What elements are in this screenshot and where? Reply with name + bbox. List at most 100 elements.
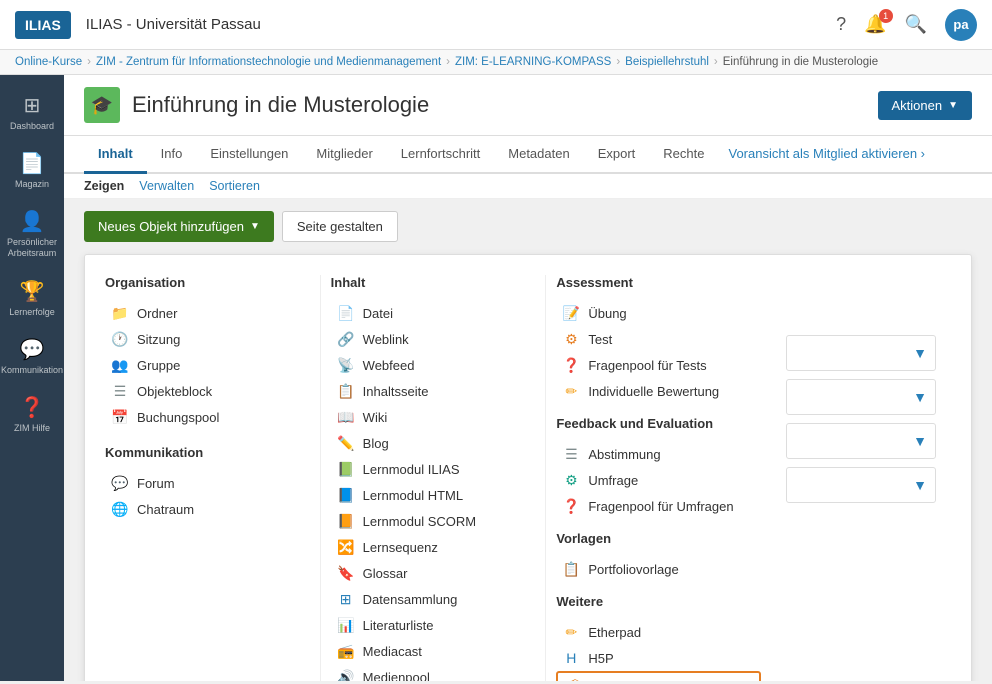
menu-item-livevoting[interactable]: 🗳 LiveVoting: [556, 671, 761, 681]
menu-label-literaturliste: Literaturliste: [363, 618, 434, 633]
menu-item-mediacast[interactable]: 📻 Mediacast: [331, 638, 536, 664]
sidebar-item-arbeitsraum[interactable]: 👤 Persönlicher Arbeitsraum: [0, 199, 64, 269]
menu-label-datensammlung: Datensammlung: [363, 592, 458, 607]
sidebar-item-magazin[interactable]: 📄 Magazin: [0, 141, 64, 199]
fragenpool-umfragen-icon: ❓: [562, 497, 580, 515]
tab-mitglieder[interactable]: Mitglieder: [302, 136, 386, 174]
breadcrumb-zim[interactable]: ZIM - Zentrum für Informationstechnologi…: [96, 56, 441, 68]
sidebar-item-zim-hilfe[interactable]: ❓ ZIM Hilfe: [0, 385, 64, 443]
menu-item-sitzung[interactable]: 🕐 Sitzung: [105, 326, 310, 352]
user-avatar[interactable]: pa: [945, 9, 977, 41]
menu-item-portfoliovorlage[interactable]: 📋 Portfoliovorlage: [556, 556, 761, 582]
menu-item-fragenpool-test[interactable]: ❓ Fragenpool für Tests: [556, 352, 761, 378]
menu-item-lernsequenz[interactable]: 🔀 Lernsequenz: [331, 534, 536, 560]
zim-hilfe-icon: ❓: [20, 395, 45, 420]
menu-item-blog[interactable]: ✏️ Blog: [331, 430, 536, 456]
sidebar-label-dashboard: Dashboard: [10, 121, 54, 131]
inhaltsseite-icon: 📋: [337, 382, 355, 400]
design-page-button[interactable]: Seite gestalten: [282, 211, 398, 242]
breadcrumb-current: Einführung in die Musterologie: [723, 56, 878, 68]
breadcrumb-lehrstuhl[interactable]: Beispiellehrstuhl: [625, 56, 709, 68]
menu-item-h5p[interactable]: H H5P: [556, 645, 761, 671]
menu-item-webfeed[interactable]: 📡 Webfeed: [331, 352, 536, 378]
menu-label-buchungspool: Buchungspool: [137, 410, 219, 425]
lernsequenz-icon: 🔀: [337, 538, 355, 556]
menu-item-fragenpool-umfragen[interactable]: ❓ Fragenpool für Umfragen: [556, 493, 761, 519]
menu-item-inhaltsseite[interactable]: 📋 Inhaltsseite: [331, 378, 536, 404]
ilias-logo: ILIAS: [15, 11, 71, 39]
menu-item-weblink[interactable]: 🔗 Weblink: [331, 326, 536, 352]
menu-item-buchungspool[interactable]: 📅 Buchungspool: [105, 404, 310, 430]
menu-item-chatraum[interactable]: 🌐 Chatraum: [105, 496, 310, 522]
menu-item-medienpool[interactable]: 🔊 Medienpool: [331, 664, 536, 681]
glossar-icon: 🔖: [337, 564, 355, 582]
tab-info[interactable]: Info: [147, 136, 197, 174]
menu-item-ordner[interactable]: 📁 Ordner: [105, 300, 310, 326]
collapsed-row-2[interactable]: ▼: [786, 379, 936, 415]
aktionen-button[interactable]: Aktionen: [878, 91, 973, 120]
menu-item-test[interactable]: ⚙ Test: [556, 326, 761, 352]
subtab-sortieren[interactable]: Sortieren: [209, 179, 260, 193]
menu-item-abstimmung[interactable]: ☰ Abstimmung: [556, 441, 761, 467]
notifications-icon[interactable]: 🔔 1: [864, 14, 886, 35]
menu-label-fragenpool-umfragen: Fragenpool für Umfragen: [588, 499, 733, 514]
search-icon[interactable]: 🔍: [905, 14, 927, 35]
test-icon: ⚙: [562, 330, 580, 348]
collapsed-row-1[interactable]: ▼: [786, 335, 936, 371]
sub-tabs: Zeigen Verwalten Sortieren: [64, 174, 992, 199]
menu-item-lm-scorm[interactable]: 📙 Lernmodul SCORM: [331, 508, 536, 534]
tab-metadaten[interactable]: Metadaten: [494, 136, 583, 174]
sidebar-label-magazin: Magazin: [15, 179, 49, 189]
collapse-arrow-1: ▼: [913, 345, 927, 361]
menu-item-glossar[interactable]: 🔖 Glossar: [331, 560, 536, 586]
portfoliovorlage-icon: 📋: [562, 560, 580, 578]
sidebar-item-kommunikation[interactable]: 💬 Kommunikation: [0, 327, 64, 385]
tab-voransicht[interactable]: Voransicht als Mitglied aktivieren ›: [718, 136, 935, 174]
menu-label-uebung: Übung: [588, 306, 626, 321]
col-organisation: Organisation 📁 Ordner 🕐 Sitzung 👥 Gruppe…: [105, 275, 321, 681]
menu-item-datensammlung[interactable]: ⊞ Datensammlung: [331, 586, 536, 612]
tab-rechte[interactable]: Rechte: [649, 136, 718, 174]
menu-item-datei[interactable]: 📄 Datei: [331, 300, 536, 326]
menu-item-etherpad[interactable]: ✏ Etherpad: [556, 619, 761, 645]
tab-inhalt[interactable]: Inhalt: [84, 136, 147, 174]
collapsed-row-3[interactable]: ▼: [786, 423, 936, 459]
menu-item-literaturliste[interactable]: 📊 Literaturliste: [331, 612, 536, 638]
tab-lernfortschritt[interactable]: Lernfortschritt: [387, 136, 494, 174]
menu-item-lm-html[interactable]: 📘 Lernmodul HTML: [331, 482, 536, 508]
breadcrumb: Online-Kurse › ZIM - Zentrum für Informa…: [0, 50, 992, 75]
menu-item-uebung[interactable]: 📝 Übung: [556, 300, 761, 326]
sidebar-item-lernerfolge[interactable]: 🏆 Lernerfolge: [0, 269, 64, 327]
subtab-verwalten[interactable]: Verwalten: [139, 179, 194, 193]
wiki-icon: 📖: [337, 408, 355, 426]
add-object-button[interactable]: Neues Objekt hinzufügen: [84, 211, 274, 242]
menu-item-forum[interactable]: 💬 Forum: [105, 470, 310, 496]
forum-icon: 💬: [111, 474, 129, 492]
menu-label-mediacast: Mediacast: [363, 644, 422, 659]
menu-item-gruppe[interactable]: 👥 Gruppe: [105, 352, 310, 378]
help-icon[interactable]: ?: [836, 14, 846, 35]
collapsed-row-4[interactable]: ▼: [786, 467, 936, 503]
breadcrumb-online-kurse[interactable]: Online-Kurse: [15, 56, 82, 68]
lm-html-icon: 📘: [337, 486, 355, 504]
menu-label-weblink: Weblink: [363, 332, 409, 347]
objekteblock-icon: ☰: [111, 382, 129, 400]
page-title: Einführung in die Musterologie: [132, 92, 429, 118]
menu-label-fragenpool-test: Fragenpool für Tests: [588, 358, 706, 373]
sidebar-item-dashboard[interactable]: ⊞ Dashboard: [0, 83, 64, 141]
menu-item-individuelle-bewertung[interactable]: ✏ Individuelle Bewertung: [556, 378, 761, 404]
h5p-icon: H: [562, 649, 580, 667]
menu-item-wiki[interactable]: 📖 Wiki: [331, 404, 536, 430]
tab-export[interactable]: Export: [584, 136, 650, 174]
menu-item-objekteblock[interactable]: ☰ Objekteblock: [105, 378, 310, 404]
subtab-zeigen[interactable]: Zeigen: [84, 179, 124, 193]
sidebar: ⊞ Dashboard 📄 Magazin 👤 Persönlicher Arb…: [0, 75, 64, 681]
menu-item-umfrage[interactable]: ⚙ Umfrage: [556, 467, 761, 493]
menu-label-inhaltsseite: Inhaltsseite: [363, 384, 429, 399]
page-title-row: 🎓 Einführung in die Musterologie: [84, 87, 429, 123]
lm-ilias-icon: 📗: [337, 460, 355, 478]
tab-einstellungen[interactable]: Einstellungen: [196, 136, 302, 174]
menu-label-lernsequenz: Lernsequenz: [363, 540, 438, 555]
breadcrumb-elearning[interactable]: ZIM: E-LEARNING-KOMPASS: [455, 56, 611, 68]
menu-item-lm-ilias[interactable]: 📗 Lernmodul ILIAS: [331, 456, 536, 482]
